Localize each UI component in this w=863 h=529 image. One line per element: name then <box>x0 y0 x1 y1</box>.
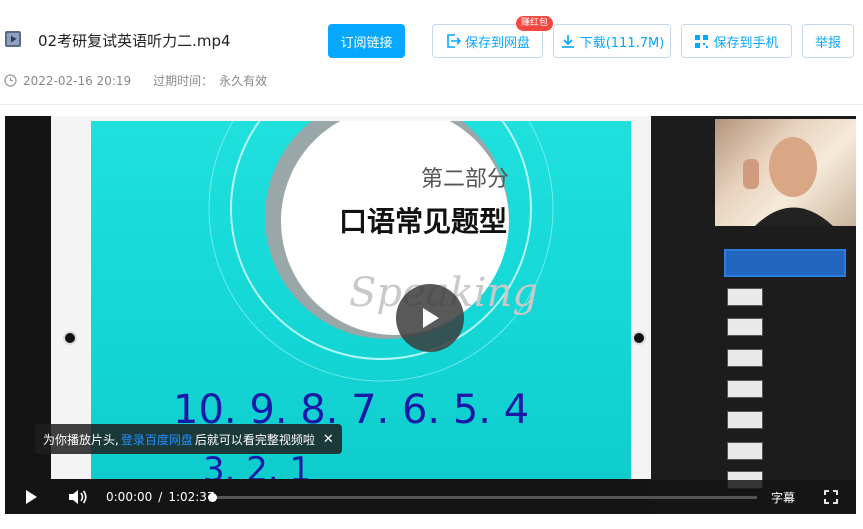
close-icon[interactable]: ✕ <box>323 432 334 447</box>
qr-code-icon <box>695 34 709 48</box>
slide-nav-dot-left <box>63 331 77 345</box>
slide-thumbnail[interactable] <box>727 318 763 336</box>
subscribe-label: 订阅链接 <box>340 35 393 51</box>
intro-toast: 为你播放片头, 登录百度网盘 后就可以看完整视频啦 ✕ <box>35 424 342 454</box>
lecturer-webcam <box>715 119 856 226</box>
file-meta: 2022-02-16 20:19 过期时间： 永久有效 <box>4 72 267 89</box>
expire-value: 永久有效 <box>219 74 268 88</box>
slide-thumbnail[interactable] <box>727 380 763 398</box>
report-label: 举报 <box>814 35 841 51</box>
video-file-icon <box>5 31 21 47</box>
slide-thumbnail-active[interactable] <box>724 249 846 277</box>
play-icon <box>423 308 439 328</box>
slide-thumbnail[interactable] <box>727 411 763 429</box>
file-title: 02考研复试英语听力二.mp4 <box>38 32 231 50</box>
progress-handle[interactable] <box>208 493 217 502</box>
file-header: 02考研复试英语听力二.mp4 订阅链接 保存到网盘 赚红包 下载(111.7M… <box>0 0 863 105</box>
play-icon <box>26 490 37 504</box>
fullscreen-button[interactable] <box>820 480 842 514</box>
slide-heading: 口语常见题型 <box>339 205 507 238</box>
report-button[interactable]: 举报 <box>802 24 854 58</box>
slide-part: 第二部分 <box>421 167 509 192</box>
download-label: 下载(111.7M) <box>579 35 665 51</box>
progress-bar[interactable] <box>208 493 757 502</box>
save-to-pan-label: 保存到网盘 <box>464 35 530 51</box>
subscribe-button[interactable]: 订阅链接 <box>328 24 405 58</box>
subtitles-label: 字幕 <box>771 490 796 505</box>
download-icon <box>561 35 574 48</box>
clock-icon <box>4 74 17 87</box>
video-player[interactable]: 第二部分 口语常见题型 Speaking 10. 9. 8. 7. 6. 5. … <box>5 116 856 514</box>
time-display: 0:00:00 / 1:02:37 <box>106 480 215 514</box>
save-to-phone-button[interactable]: 保存到手机 <box>681 24 792 58</box>
share-date: 2022-02-16 20:19 <box>23 73 132 88</box>
fullscreen-icon <box>824 490 838 504</box>
download-button[interactable]: 下载(111.7M) <box>553 24 671 58</box>
slide-nav-dot-right <box>632 331 646 345</box>
volume-button[interactable] <box>65 480 91 514</box>
save-to-pan-icon <box>447 34 461 48</box>
expire-label: 过期时间： <box>153 74 214 88</box>
toast-login-link[interactable]: 登录百度网盘 <box>121 431 193 448</box>
toast-suffix: 后就可以看完整视频啦 <box>194 432 315 447</box>
volume-icon <box>69 490 87 504</box>
subtitles-button[interactable]: 字幕 <box>771 480 795 514</box>
slide-thumbnail[interactable] <box>727 288 763 306</box>
toast-prefix: 为你播放片头, <box>43 432 119 447</box>
play-button[interactable] <box>19 480 43 514</box>
slide-thumbnail[interactable] <box>727 442 763 460</box>
save-to-phone-label: 保存到手机 <box>713 35 779 51</box>
red-packet-badge: 赚红包 <box>516 16 554 31</box>
time-separator: / <box>158 490 163 504</box>
handwritten-countdown-row2: 3. 2. 1 <box>203 450 311 479</box>
current-time: 0:00:00 <box>106 490 153 504</box>
player-controls: 0:00:00 / 1:02:37 字幕 <box>5 480 856 514</box>
slide-thumbnail[interactable] <box>727 349 763 367</box>
play-overlay-button[interactable] <box>396 284 464 352</box>
